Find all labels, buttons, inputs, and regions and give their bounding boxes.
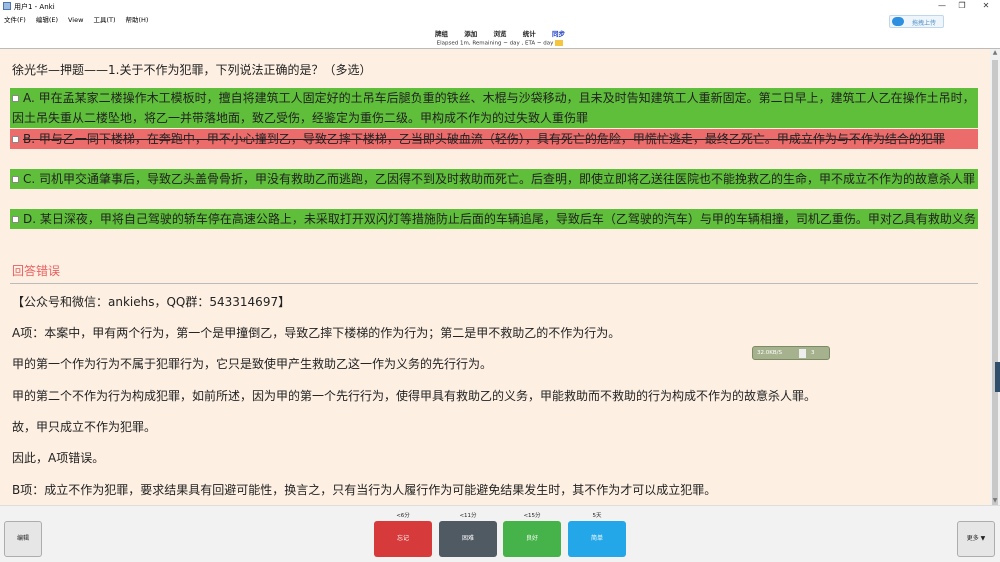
window-title: 用户1 - Anki — [14, 3, 55, 11]
drag-upload-label: 拖拽上传 — [912, 20, 937, 27]
option-b: B. 甲与乙一同下楼梯，在奔跑中，甲不小心撞到乙，导致乙摔下楼梯，乙当即头破血流… — [10, 129, 978, 149]
question-text: 徐光华—押题——1.关于不作为犯罪，下列说法正确的是？（多选） — [12, 63, 372, 77]
explanation-line: 甲的第二个不作为行为构成犯罪，如前所述，因为甲的第一个先行行为，使得甲具有救助乙… — [12, 389, 817, 403]
network-speed: 32.0KB/S — [757, 350, 782, 356]
minimize-icon[interactable]: — — [932, 1, 952, 10]
timer-icon — [555, 40, 564, 46]
option-d: D. 某日深夜，甲将自己驾驶的轿车停在高速公路上，未采取打开双闪灯等措施防止后面… — [10, 209, 978, 229]
drag-upload-button[interactable]: 拖拽上传 — [889, 15, 944, 28]
explanation-line: 【公众号和微信：ankiehs，QQ群：543314697】 — [12, 295, 291, 309]
checkbox-icon — [12, 216, 19, 223]
explanation-line: 故，甲只成立不作为犯罪。 — [12, 420, 157, 434]
review-status: Elapsed 1m, Remaining ~ day , ETA ~ day — [0, 40, 1000, 48]
content-scrollbar[interactable]: ▲ ▼ — [990, 49, 1000, 505]
menu-view[interactable]: View — [68, 16, 83, 24]
scrollbar-thumb[interactable] — [992, 60, 998, 505]
cloud-icon — [892, 17, 904, 26]
card-content: 徐光华—押题——1.关于不作为犯罪，下列说法正确的是？（多选） A. 甲在孟某家… — [0, 49, 990, 505]
answer-divider — [10, 283, 978, 284]
toolbar-sync[interactable]: 同步 — [552, 28, 565, 38]
hard-button[interactable]: 困难 — [439, 521, 497, 557]
toolbar-decks[interactable]: 牌组 — [435, 28, 448, 38]
explanation-line: B项：成立不作为犯罪，要求结果具有回避可能性，换言之，只有当行为人履行作为可能避… — [12, 483, 717, 497]
scroll-down-icon[interactable]: ▼ — [990, 497, 1000, 505]
again-interval: <6分 — [396, 513, 410, 519]
explanation-line: A项：本案中，甲有两个行为，第一个是甲撞倒乙，导致乙摔下楼梯的作为行为；第二是甲… — [12, 326, 621, 340]
maximize-icon[interactable]: ❐ — [952, 1, 972, 10]
scroll-up-icon[interactable]: ▲ — [990, 49, 1000, 57]
side-panel-handle[interactable] — [995, 362, 1000, 392]
network-speed-widget[interactable]: 32.0KB/S 3 — [752, 346, 830, 360]
hard-interval: <11分 — [459, 513, 477, 519]
answer-result: 回答错误 — [12, 264, 61, 278]
option-d-text: D. 某日深夜，甲将自己驾驶的轿车停在高速公路上，未采取打开双闪灯等措施防止后面… — [23, 212, 976, 226]
checkbox-icon — [12, 176, 19, 183]
option-c-text: C. 司机甲交通肇事后，导致乙头盖骨骨折，甲没有救助乙而逃跑，乙因得不到及时救助… — [23, 172, 976, 186]
option-c: C. 司机甲交通肇事后，导致乙头盖骨骨折，甲没有救助乙而逃跑，乙因得不到及时救助… — [10, 169, 978, 189]
good-interval: <15分 — [523, 513, 541, 519]
menu-tools[interactable]: 工具(T) — [93, 14, 115, 24]
network-count: 3 — [811, 350, 815, 356]
explanation-line: 因此，A项错误。 — [12, 451, 105, 465]
menu-help[interactable]: 帮助(H) — [125, 14, 148, 24]
easy-interval: 5天 — [592, 513, 602, 519]
toolbar-add[interactable]: 添加 — [464, 28, 477, 38]
explanation-line: 甲的第一个作为行为不属于犯罪行为，它只是致使甲产生救助乙这一作为义务的先行行为。 — [12, 357, 493, 371]
checkbox-icon — [12, 136, 19, 143]
option-b-text: B. 甲与乙一同下楼梯，在奔跑中，甲不小心撞到乙，导致乙摔下楼梯，乙当即头破血流… — [23, 132, 945, 146]
again-button[interactable]: 忘记 — [374, 521, 432, 557]
review-status-text: Elapsed 1m, Remaining ~ day , ETA ~ day — [436, 40, 554, 47]
answer-bar: 编辑 <6分 忘记 <11分 困难 <15分 良好 5天 简单 更多 ▼ — [0, 505, 1000, 562]
toolbar-stats[interactable]: 统计 — [523, 28, 536, 38]
option-a: A. 甲在孟某家二楼操作木工模板时，擅自将建筑工人固定好的土吊车后腿负重的铁丝、… — [10, 88, 978, 128]
menu-bar: 文件(F) 编辑(E) View 工具(T) 帮助(H) — [0, 13, 1000, 24]
menu-file[interactable]: 文件(F) — [4, 14, 26, 24]
checkbox-icon — [12, 95, 19, 102]
easy-button[interactable]: 简单 — [568, 521, 626, 557]
main-toolbar: 牌组 添加 浏览 统计 同步 — [0, 28, 1000, 40]
more-button[interactable]: 更多 ▼ — [957, 521, 995, 557]
menu-edit[interactable]: 编辑(E) — [36, 14, 58, 24]
anki-app-icon — [3, 2, 11, 10]
good-button[interactable]: 良好 — [503, 521, 561, 557]
edit-button[interactable]: 编辑 — [4, 521, 42, 557]
toolbar-browse[interactable]: 浏览 — [494, 28, 507, 38]
title-bar: 用户1 - Anki — ❐ ✕ — [0, 0, 1000, 13]
option-a-text: A. 甲在孟某家二楼操作木工模板时，擅自将建筑工人固定好的土吊车后腿负重的铁丝、… — [12, 91, 975, 125]
close-icon[interactable]: ✕ — [976, 1, 996, 10]
document-icon — [799, 349, 806, 358]
